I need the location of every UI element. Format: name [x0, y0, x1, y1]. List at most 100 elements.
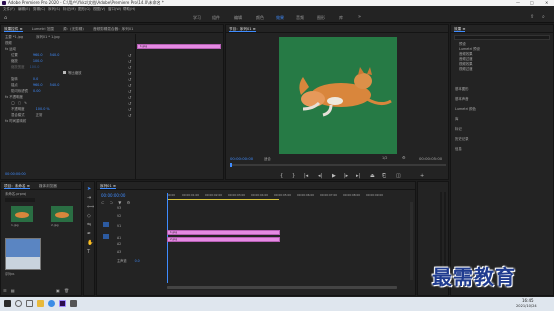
home-icon[interactable]: ⌂ — [4, 15, 7, 21]
opacity-row[interactable]: 不透明度 100.0 % — [11, 107, 50, 112]
workspace-editing[interactable]: 编辑 — [234, 15, 242, 21]
wrench-icon[interactable]: ⚙ — [402, 155, 406, 160]
position-row[interactable]: 位置 960.0 540.0 — [11, 53, 59, 58]
section-markers[interactable]: 标记 — [455, 127, 462, 132]
scale-width-row[interactable]: 缩放宽度 100.0 — [11, 65, 39, 70]
razor-icon[interactable]: ◇ — [87, 213, 91, 219]
snap-icon[interactable]: ⊂ — [101, 200, 104, 205]
more-workspaces-icon[interactable]: » — [358, 14, 361, 20]
track-a1[interactable]: A1 — [101, 234, 163, 241]
workspace-assembly[interactable]: 组件 — [212, 15, 220, 21]
mark-out-icon[interactable]: } — [292, 173, 295, 179]
effects-search[interactable] — [454, 35, 550, 40]
workspace-graphics[interactable]: 图形 — [317, 15, 325, 21]
track-v2[interactable]: V2 — [101, 214, 163, 221]
rect-mask-icon[interactable]: ▢ — [18, 101, 21, 105]
anchor-row[interactable]: 锚点 960.0 540.0 — [11, 83, 59, 88]
project-item-1[interactable] — [11, 206, 33, 222]
type-icon[interactable]: T — [87, 249, 90, 255]
section-libraries[interactable]: 库 — [455, 117, 458, 122]
app-icon-2[interactable] — [70, 300, 77, 307]
search-taskbar-icon[interactable] — [15, 300, 22, 307]
go-to-in-icon[interactable]: |◂ — [304, 173, 308, 179]
uniform-scale-checkbox[interactable] — [63, 71, 66, 74]
tab-media-browser[interactable]: 媒体浏览器 — [39, 184, 57, 188]
new-item-icon[interactable]: ▣ — [56, 288, 60, 293]
effect-controls-clip[interactable]: 1.jpg — [137, 44, 221, 49]
project-item-sequence[interactable] — [5, 238, 41, 270]
share-icon[interactable]: ⇪ — [530, 14, 534, 20]
program-scrubber[interactable] — [230, 163, 446, 167]
section-history[interactable]: 历史记录 — [455, 137, 469, 142]
pen-icon[interactable]: ✒ — [87, 231, 91, 237]
reset-icon[interactable]: ↺ — [128, 113, 134, 119]
track-select-icon[interactable]: ⇥ — [87, 195, 91, 201]
timeline-horizontal-scrollbar[interactable] — [167, 286, 397, 289]
project-search[interactable] — [5, 198, 35, 202]
section-essential-graphics[interactable]: 基本图形 — [455, 87, 469, 92]
zoom-dropdown[interactable]: 1/2 — [382, 156, 387, 160]
time-remap-row[interactable]: fx 时间重映射 — [5, 119, 26, 124]
go-to-out-icon[interactable]: ▸| — [356, 173, 360, 179]
effect-controls-source[interactable]: 主要 *1.jpg 序列01 * 1.jpg — [5, 35, 60, 40]
effects-item-video-transitions[interactable]: 视频过渡 — [459, 67, 473, 72]
export-frame-icon[interactable]: ◫ — [396, 173, 401, 179]
search-icon[interactable]: ⌕ — [542, 14, 545, 20]
workspace-libraries[interactable]: 库 — [339, 15, 343, 21]
timeline-clip-1[interactable]: 1.jpg — [167, 230, 280, 235]
rotation-row[interactable]: 旋转 0.0 — [11, 77, 38, 82]
task-view-icon[interactable] — [26, 300, 33, 307]
extract-icon[interactable]: ⎗ — [382, 173, 386, 179]
program-timecode-left[interactable]: 00:00:00:00 — [230, 156, 253, 161]
uniform-scale-row[interactable]: 等比缩放 — [63, 71, 82, 76]
section-essential-sound[interactable]: 基本声音 — [455, 97, 469, 102]
track-master[interactable]: 主声道 0.0 — [101, 258, 163, 265]
step-forward-icon[interactable]: |▸ — [344, 173, 348, 179]
tab-lumetri-scopes[interactable]: Lumetri 范围 — [32, 27, 54, 31]
premiere-icon[interactable] — [59, 300, 66, 307]
tab-effect-controls[interactable]: 效果控件 ≡ — [4, 27, 23, 32]
ellipse-mask-icon[interactable]: ◯ — [11, 101, 15, 105]
mask-tools-row[interactable]: ◯ ▢ ✎ — [11, 101, 27, 106]
work-area-bar[interactable] — [167, 199, 279, 200]
fx-motion-row[interactable]: fx 运动 — [5, 47, 16, 52]
mark-in-icon[interactable]: { — [280, 173, 283, 179]
list-view-icon[interactable]: ☰ — [3, 288, 7, 293]
start-icon[interactable] — [4, 300, 11, 307]
project-item-2[interactable] — [51, 206, 73, 222]
play-icon[interactable]: ▶ — [332, 173, 336, 179]
blend-mode-row[interactable]: 混合模式 正常 — [11, 113, 42, 118]
timeline-vertical-scrollbar[interactable] — [410, 202, 413, 280]
timeline-timecode[interactable]: 00:00:00:00 — [101, 193, 125, 198]
playhead-marker[interactable] — [230, 163, 232, 167]
track-a3[interactable]: A3 — [101, 250, 163, 257]
track-a2[interactable]: A2 — [101, 242, 163, 249]
add-button-icon[interactable]: + — [420, 173, 424, 179]
pen-mask-icon[interactable]: ✎ — [24, 101, 27, 105]
workspace-audio[interactable]: 音频 — [296, 15, 304, 21]
folder-icon[interactable] — [37, 300, 44, 307]
tab-audio-clip-mixer[interactable]: 音频剪辑混合器：序列01 — [93, 27, 134, 31]
section-info[interactable]: 信息 — [455, 147, 462, 152]
add-marker-icon[interactable]: ▼ — [118, 200, 121, 205]
tab-source[interactable]: 源：(无剪辑) — [63, 27, 84, 31]
section-lumetri-color[interactable]: Lumetri 颜色 — [455, 107, 476, 112]
timeline-clip-2[interactable]: 2.jpg — [167, 237, 280, 242]
workspace-color[interactable]: 颜色 — [256, 15, 264, 21]
fit-dropdown[interactable]: 适合 — [264, 156, 271, 161]
trash-icon[interactable]: 🗑 — [64, 288, 69, 293]
lift-icon[interactable]: ⏏ — [370, 173, 375, 179]
linked-selection-icon[interactable]: ⊃ — [110, 200, 113, 205]
icon-view-icon[interactable]: ▦ — [11, 288, 15, 293]
anti-flicker-row[interactable]: 防闪烁滤镜 0.00 — [11, 89, 41, 94]
timeline-ruler[interactable]: 00:00 00:00:01:00 00:00:02:00 00:00:03:0… — [167, 193, 412, 201]
track-v1[interactable]: V1 — [101, 222, 163, 229]
hand-icon[interactable]: ✋ — [87, 240, 93, 246]
workspace-learn[interactable]: 学习 — [193, 15, 201, 21]
selection-tool-icon[interactable]: ➤ — [87, 186, 91, 192]
scale-row[interactable]: 缩放 100.0 — [11, 59, 43, 64]
workspace-effects[interactable]: 效果 — [276, 15, 284, 21]
slip-icon[interactable]: ⇋ — [87, 222, 91, 228]
chrome-icon[interactable] — [48, 300, 55, 307]
tab-project[interactable]: 项目：未命名 ≡ — [4, 184, 30, 189]
